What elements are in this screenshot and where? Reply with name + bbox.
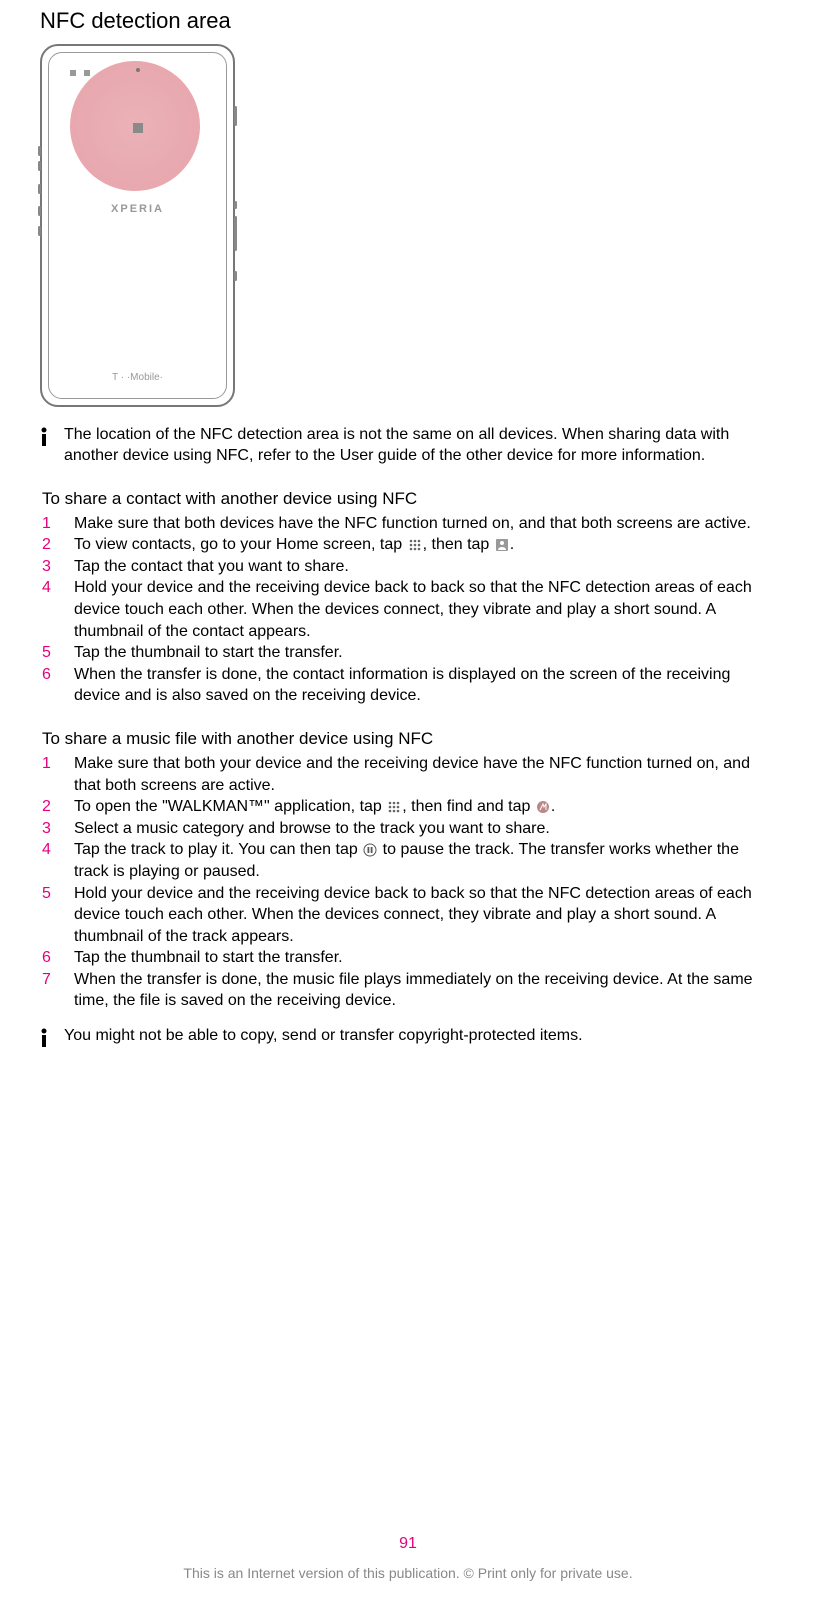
- step-text: To open the "WALKMAN™" application, tap …: [74, 796, 776, 818]
- list-item: 6 When the transfer is done, the contact…: [40, 664, 776, 707]
- note-row: The location of the NFC detection area i…: [40, 425, 776, 467]
- xperia-logo: XPERIA: [111, 203, 164, 215]
- tmobile-logo: T · ·Mobile·: [112, 372, 163, 383]
- pause-icon: [363, 842, 377, 856]
- step-text: Select a music category and browse to th…: [74, 818, 776, 840]
- step-text: To view contacts, go to your Home screen…: [74, 534, 776, 556]
- section-heading: To share a contact with another device u…: [40, 489, 776, 509]
- list-item: 5 Tap the thumbnail to start the transfe…: [40, 642, 776, 664]
- step-text: Tap the track to play it. You can then t…: [74, 839, 776, 882]
- step-number: 3: [40, 818, 56, 840]
- list-item: 2 To open the "WALKMAN™" application, ta…: [40, 796, 776, 818]
- step-text: Tap the contact that you want to share.: [74, 556, 776, 578]
- list-item: 3 Select a music category and browse to …: [40, 818, 776, 840]
- apps-grid-icon: [408, 537, 422, 551]
- list-item: 4 Tap the track to play it. You can then…: [40, 839, 776, 882]
- list-item: 1 Make sure that both devices have the N…: [40, 513, 776, 535]
- steps-list-music: 1 Make sure that both your device and th…: [40, 753, 776, 1012]
- steps-list-contact: 1 Make sure that both devices have the N…: [40, 513, 776, 707]
- list-item: 2 To view contacts, go to your Home scre…: [40, 534, 776, 556]
- page-number: 91: [399, 1535, 417, 1553]
- step-text: Tap the thumbnail to start the transfer.: [74, 947, 776, 969]
- step-text: When the transfer is done, the music fil…: [74, 969, 776, 1012]
- step-number: 5: [40, 642, 56, 664]
- step-number: 4: [40, 839, 56, 861]
- step-number: 7: [40, 969, 56, 991]
- step-text: When the transfer is done, the contact i…: [74, 664, 776, 707]
- list-item: 1 Make sure that both your device and th…: [40, 753, 776, 796]
- note-text: You might not be able to copy, send or t…: [64, 1026, 776, 1047]
- step-number: 2: [40, 796, 56, 818]
- step-text: Hold your device and the receiving devic…: [74, 577, 776, 642]
- step-number: 4: [40, 577, 56, 599]
- note-text: The location of the NFC detection area i…: [64, 425, 776, 467]
- step-number: 2: [40, 534, 56, 556]
- section-heading: To share a music file with another devic…: [40, 729, 776, 749]
- footer-text: This is an Internet version of this publ…: [183, 1565, 632, 1581]
- step-number: 1: [40, 753, 56, 775]
- step-text: Tap the thumbnail to start the transfer.: [74, 642, 776, 664]
- step-number: 1: [40, 513, 56, 535]
- step-text: Make sure that both your device and the …: [74, 753, 776, 796]
- step-text: Hold your device and the receiving devic…: [74, 883, 776, 948]
- exclamation-icon: [40, 425, 52, 452]
- list-item: 5 Hold your device and the receiving dev…: [40, 883, 776, 948]
- contacts-icon: [495, 537, 509, 551]
- note-row: You might not be able to copy, send or t…: [40, 1026, 776, 1053]
- step-text: Make sure that both devices have the NFC…: [74, 513, 776, 535]
- list-item: 3 Tap the contact that you want to share…: [40, 556, 776, 578]
- step-number: 3: [40, 556, 56, 578]
- step-number: 6: [40, 947, 56, 969]
- step-number: 6: [40, 664, 56, 686]
- step-number: 5: [40, 883, 56, 905]
- phone-illustration: XPERIA T · ·Mobile·: [40, 44, 235, 407]
- page-title: NFC detection area: [40, 8, 776, 34]
- walkman-icon: [536, 799, 550, 813]
- list-item: 6 Tap the thumbnail to start the transfe…: [40, 947, 776, 969]
- apps-grid-icon: [387, 799, 401, 813]
- list-item: 4 Hold your device and the receiving dev…: [40, 577, 776, 642]
- exclamation-icon: [40, 1026, 52, 1053]
- list-item: 7 When the transfer is done, the music f…: [40, 969, 776, 1012]
